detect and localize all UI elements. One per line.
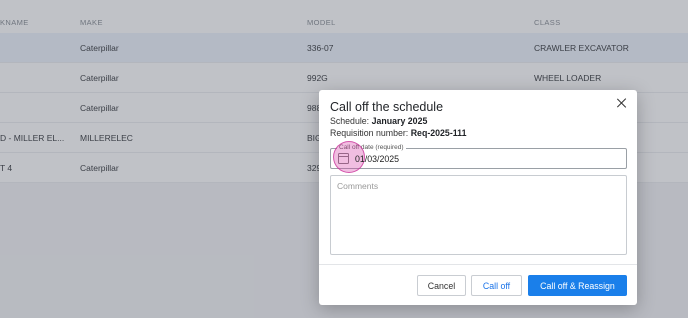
comments-input[interactable] (330, 175, 627, 255)
schedule-info: Schedule: January 2025 (330, 116, 427, 126)
call-off-date-field[interactable]: Call off date (required) 01/03/2025 (330, 141, 627, 173)
call-off-date-value[interactable]: 01/03/2025 (355, 154, 399, 164)
cancel-button[interactable]: Cancel (417, 275, 466, 296)
requisition-label: Requisition number: (330, 128, 409, 138)
schedule-label: Schedule: (330, 116, 370, 126)
footer-divider (319, 264, 637, 265)
schedule-value: January 2025 (371, 116, 428, 126)
call-off-dialog: Call off the schedule Schedule: January … (319, 90, 637, 305)
requisition-value: Req-2025-111 (410, 128, 467, 138)
requisition-info: Requisition number: Req-2025-111 (330, 128, 466, 138)
close-icon[interactable] (615, 96, 629, 110)
call-off-button[interactable]: Call off (471, 275, 522, 296)
call-off-reassign-button[interactable]: Call off & Reassign (528, 275, 627, 296)
dialog-title: Call off the schedule (330, 100, 444, 114)
